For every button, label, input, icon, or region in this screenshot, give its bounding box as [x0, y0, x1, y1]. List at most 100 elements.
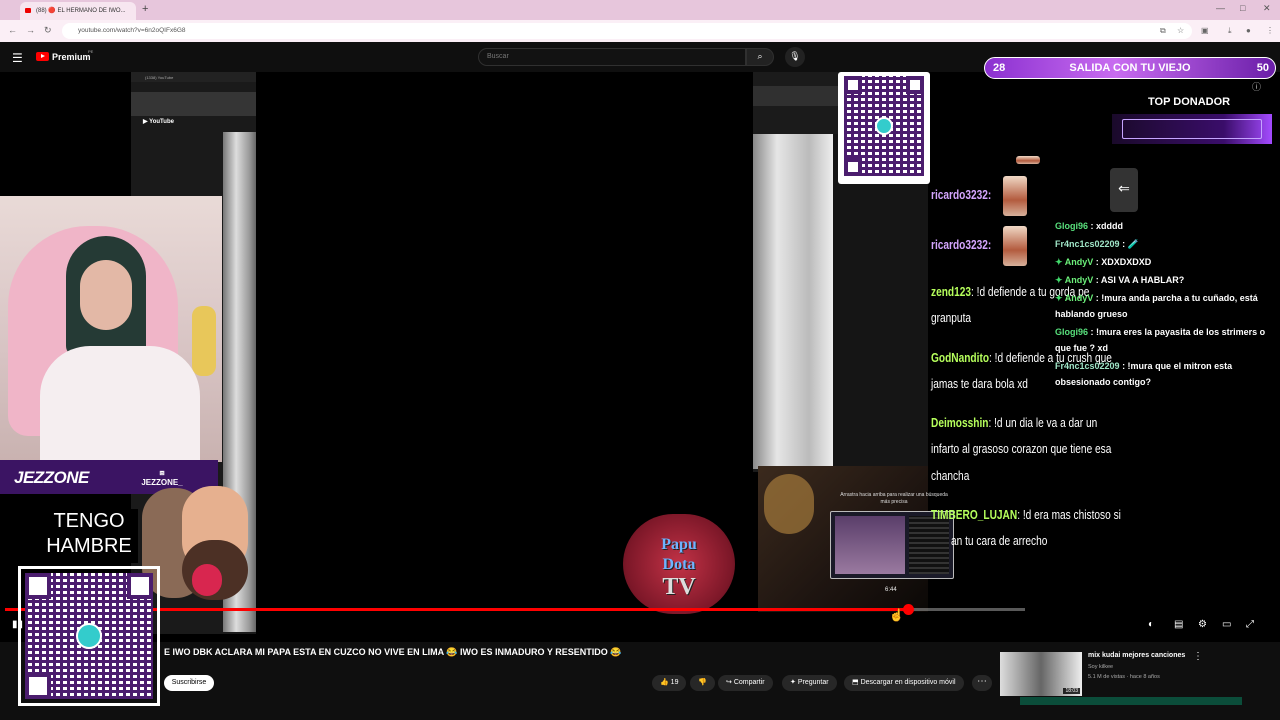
- install-icon[interactable]: ⧉: [1160, 26, 1166, 36]
- webcam-feed: [0, 196, 222, 462]
- close-icon[interactable]: ✕: [1263, 3, 1271, 14]
- sparkle-icon: ✦: [790, 679, 796, 686]
- recommended-video-title[interactable]: mix kudai mejores canciones: [1088, 652, 1185, 659]
- like-count: 19: [670, 679, 679, 686]
- url-field[interactable]: youtube.com/watch?v=6n2oQIFx6G8: [62, 23, 1192, 39]
- chat-username: zend123: [931, 284, 972, 299]
- forward-icon[interactable]: →: [26, 25, 35, 35]
- chat-text: : !d un dia le va a dar un: [988, 415, 1098, 430]
- minimize-icon[interactable]: —: [1216, 3, 1225, 13]
- chat-text: : !mura que el mitron esta: [1119, 361, 1233, 371]
- download-button[interactable]: ⬒ Descargar en dispositivo móvil: [844, 675, 964, 691]
- chat-text: que fue ? xd: [1055, 343, 1109, 353]
- thumbs-up-icon: 👍: [660, 679, 669, 686]
- recommended-channel[interactable]: Soy kilkee: [1088, 664, 1113, 670]
- chat-emote-partial: [1016, 156, 1040, 164]
- badge-star-icon: ✦: [1055, 293, 1065, 303]
- chat-username: TIMBERO_LUJAN: [931, 507, 1018, 522]
- chat-username: Glogi96: [1055, 327, 1089, 337]
- chat-message-line: an tu cara de arrecho: [951, 528, 1146, 554]
- recommended-stats: 5.1 M de vistas · hace 8 años: [1088, 674, 1160, 680]
- subscribe-button[interactable]: Suscribirse: [164, 675, 214, 691]
- yape-qr-code-bottom: [18, 566, 160, 706]
- search-button[interactable]: ⌕: [746, 48, 774, 66]
- scrubber-handle[interactable]: [903, 604, 914, 615]
- mouse-cursor-icon: ☝: [889, 608, 904, 622]
- goal-target: 50: [1256, 62, 1269, 74]
- chat-username: AndyV: [1064, 275, 1094, 285]
- small-chat-line: Glogi96 : !mura eres la payasita de los …: [1055, 324, 1279, 341]
- info-icon[interactable]: ⓘ: [1252, 80, 1261, 93]
- maximize-icon[interactable]: □: [1240, 3, 1245, 13]
- chat-text: an tu cara de arrecho: [951, 533, 1048, 548]
- chat-text: : 🧪: [1119, 239, 1139, 249]
- chat-text: : XDXDXDXD: [1093, 257, 1152, 267]
- like-button[interactable]: 👍 19: [652, 675, 687, 691]
- small-chat-line: ✦ AndyV : !mura anda parcha a tu cuñado,…: [1055, 290, 1279, 307]
- chat-message-line: Deimosshin: !d un dia le va a dar un: [931, 410, 1126, 436]
- dislike-button[interactable]: 👎: [690, 675, 715, 691]
- chat-username: AndyV: [1064, 257, 1094, 267]
- small-chat-line: Glogi96 : xdddd: [1055, 218, 1279, 235]
- menu-hamburger-icon[interactable]: ☰: [12, 51, 23, 65]
- chat-username: ricardo3232:: [931, 237, 992, 252]
- download-icon[interactable]: ⤓: [1228, 26, 1232, 36]
- yape-logo-icon: [76, 623, 102, 649]
- chat-username: AndyV: [1064, 293, 1094, 303]
- mini-youtube-logo: ▶ YouTube: [143, 119, 174, 125]
- goal-bar: 28 SALIDA CON TU VIEJO 50: [984, 57, 1276, 79]
- fullscreen-icon[interactable]: ⤢: [1246, 619, 1254, 630]
- share-icon: ↪: [726, 679, 732, 686]
- subtitles-icon[interactable]: ▤: [1174, 619, 1183, 630]
- hungry-sign: TENGO HAMBRE: [40, 509, 138, 563]
- top-donor-label: TOP DONADOR: [1148, 96, 1231, 108]
- profile-avatar-icon[interactable]: ●: [1246, 26, 1251, 35]
- microphone-icon: 🎙: [789, 51, 801, 61]
- tab-title: (88) 🔴 EL HERMANO DE IWO...: [36, 8, 126, 14]
- extensions-icon[interactable]: ▣: [1201, 26, 1209, 35]
- youtube-favicon-icon: [25, 8, 31, 13]
- share-button[interactable]: ↪ Compartir: [718, 675, 773, 691]
- browser-tab[interactable]: (88) 🔴 EL HERMANO DE IWO...: [20, 2, 136, 20]
- more-options-icon[interactable]: ⋮: [1193, 651, 1203, 662]
- autoplay-toggle-icon[interactable]: ◐: [1148, 619, 1154, 630]
- browser-tab-bar: (88) 🔴 EL HERMANO DE IWO... + — □ ✕: [0, 0, 1280, 20]
- video-duration: 18:03: [1063, 688, 1080, 694]
- papu-dota-tv-logo: Papu Dota TV: [623, 514, 735, 614]
- chat-text: granputa: [931, 310, 972, 325]
- chat-username: GodNandito: [931, 350, 990, 365]
- chat-username: Glogi96: [1055, 221, 1089, 231]
- youtube-logo-icon[interactable]: [36, 52, 49, 61]
- more-actions-button[interactable]: ⋯: [972, 675, 992, 691]
- chat-text: : ASI VA A HABLAR?: [1093, 275, 1185, 285]
- reload-icon[interactable]: ↻: [44, 25, 52, 36]
- theater-mode-icon[interactable]: ▭: [1222, 619, 1231, 630]
- search-input[interactable]: Buscar: [478, 48, 746, 66]
- streamer-name: JEZZONE: [14, 468, 89, 487]
- chat-text: jamas te dara bola xd: [931, 376, 1028, 391]
- search-icon: ⌕: [757, 51, 763, 61]
- address-bar-row: ← → ↻ youtube.com/watch?v=6n2oQIFx6G8 ⧉ …: [0, 20, 1280, 42]
- ask-button[interactable]: ✦ Preguntar: [782, 675, 837, 691]
- back-icon[interactable]: ←: [8, 25, 17, 35]
- top-donor-box: [1112, 114, 1272, 144]
- small-chat-line: hablando grueso: [1055, 306, 1279, 323]
- small-chat-line: obsesionado contigo?: [1055, 374, 1279, 391]
- chat-message-line: TIMBERO_LUJAN: !d era mas chistoso si: [931, 502, 1126, 528]
- settings-gear-icon[interactable]: ⚙: [1198, 619, 1207, 630]
- recommended-video-thumbnail[interactable]: 18:03: [1000, 652, 1082, 696]
- small-chat-line: ✦ AndyV : ASI VA A HABLAR?: [1055, 272, 1279, 289]
- youtube-premium-label[interactable]: Premium: [52, 52, 91, 62]
- seek-preview-time: 6:44: [885, 587, 897, 593]
- green-banner: [1020, 697, 1242, 705]
- thumbs-down-icon: 👎: [698, 679, 707, 686]
- new-tab-button[interactable]: +: [142, 3, 148, 15]
- chat-text: infarto al grasoso corazon que tiene esa: [931, 441, 1112, 456]
- video-title: E IWO DBK ACLARA MI PAPA ESTA EN CUZCO N…: [164, 647, 622, 657]
- chat-text: : !mura eres la payasita de los strimers…: [1088, 327, 1266, 337]
- badge-star-icon: ✦: [1055, 275, 1065, 285]
- browser-menu-icon[interactable]: ⋮: [1266, 26, 1274, 35]
- bookmark-star-icon[interactable]: ☆: [1177, 26, 1184, 35]
- voice-search-button[interactable]: 🎙: [785, 47, 805, 67]
- chat-text: hablando grueso: [1055, 309, 1128, 319]
